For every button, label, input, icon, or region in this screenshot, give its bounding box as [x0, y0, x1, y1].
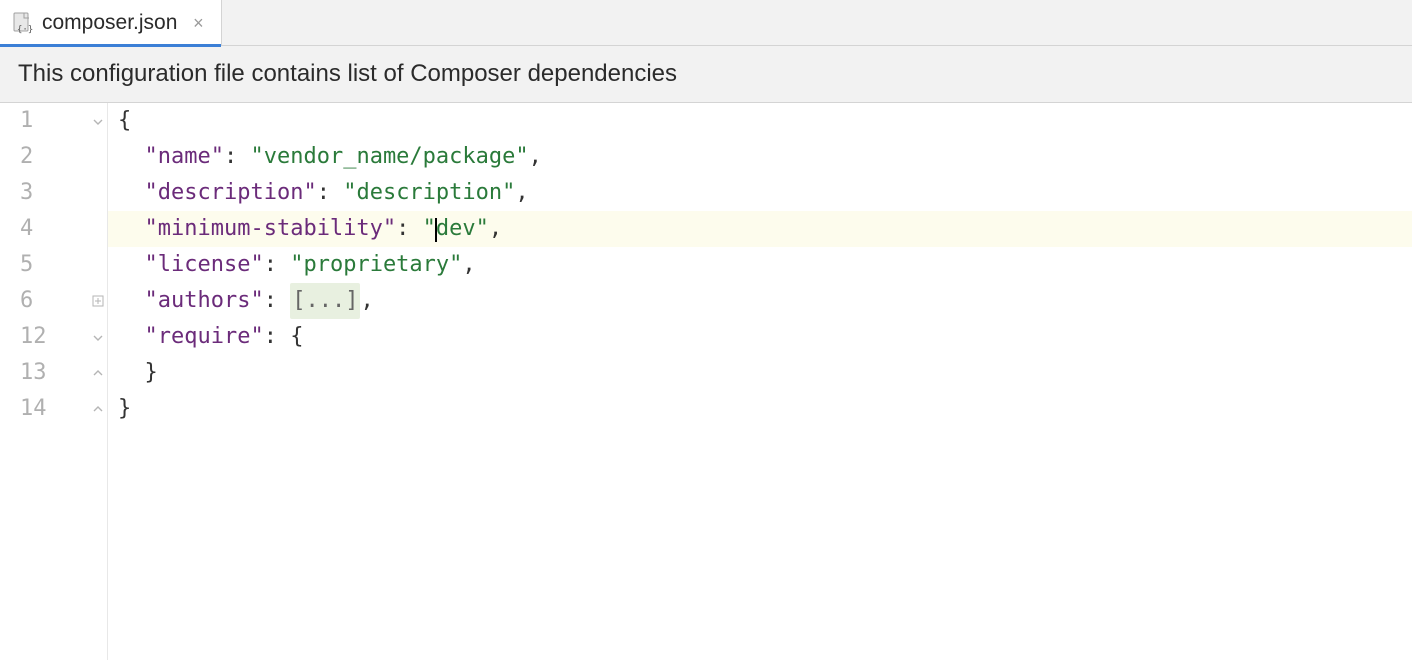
- tab-bar: {·} composer.json ×: [0, 0, 1412, 46]
- folded-region[interactable]: [...]: [290, 283, 360, 319]
- fold-marker-icon[interactable]: [91, 114, 105, 128]
- code-line[interactable]: {: [108, 103, 1412, 139]
- line-number: 1: [0, 103, 107, 139]
- fold-marker-up-icon[interactable]: [91, 402, 105, 416]
- brace-open: {: [118, 103, 131, 139]
- line-number: 4: [0, 211, 107, 247]
- tab-label: composer.json: [42, 11, 177, 35]
- line-number: 2: [0, 139, 107, 175]
- code-line[interactable]: }: [108, 355, 1412, 391]
- line-number: 14: [0, 391, 107, 427]
- close-icon[interactable]: ×: [189, 14, 207, 32]
- json-file-icon: {·}: [10, 11, 34, 35]
- code-line[interactable]: "authors": [...],: [108, 283, 1412, 319]
- line-number: 12: [0, 319, 107, 355]
- code-area[interactable]: { "name": "vendor_name/package", "descri…: [108, 103, 1412, 660]
- tab-composer-json[interactable]: {·} composer.json ×: [0, 0, 222, 46]
- svg-text:{·}: {·}: [17, 25, 33, 34]
- code-line[interactable]: "description": "description",: [108, 175, 1412, 211]
- line-number: 6: [0, 283, 107, 319]
- brace-close: }: [118, 391, 131, 427]
- code-line[interactable]: }: [108, 391, 1412, 427]
- banner-text: This configuration file contains list of…: [18, 60, 677, 88]
- code-line-active[interactable]: "minimum-stability": "dev",: [108, 211, 1412, 247]
- code-line[interactable]: "license": "proprietary",: [108, 247, 1412, 283]
- code-line[interactable]: "require": {: [108, 319, 1412, 355]
- fold-marker-up-icon[interactable]: [91, 366, 105, 380]
- fold-marker-icon[interactable]: [91, 330, 105, 344]
- editor: 1 2 3 4 5 6 12 13 14: [0, 103, 1412, 660]
- fold-expand-icon[interactable]: [91, 294, 105, 308]
- line-number: 5: [0, 247, 107, 283]
- code-line[interactable]: "name": "vendor_name/package",: [108, 139, 1412, 175]
- line-number: 13: [0, 355, 107, 391]
- info-banner: This configuration file contains list of…: [0, 46, 1412, 103]
- gutter: 1 2 3 4 5 6 12 13 14: [0, 103, 108, 660]
- text-caret: [435, 218, 437, 242]
- line-number: 3: [0, 175, 107, 211]
